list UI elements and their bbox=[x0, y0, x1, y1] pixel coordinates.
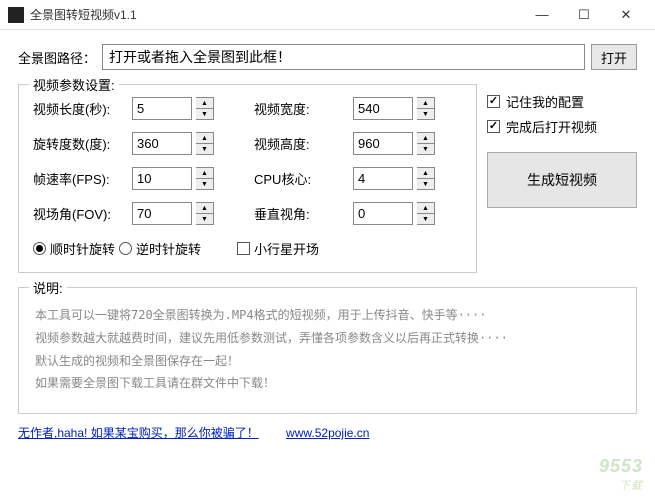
spin-down-icon[interactable]: ▼ bbox=[196, 109, 213, 119]
param-vertical-angle: 垂直视角: ▲▼ bbox=[254, 202, 435, 225]
spinner[interactable]: ▲▼ bbox=[417, 202, 435, 225]
path-row: 全景图路径： 打开 bbox=[18, 44, 637, 70]
fov-input[interactable] bbox=[132, 202, 192, 225]
watermark: 9553下载 bbox=[599, 456, 643, 493]
cpu-cores-input[interactable] bbox=[353, 167, 413, 190]
video-width-input[interactable] bbox=[353, 97, 413, 120]
spin-up-icon[interactable]: ▲ bbox=[196, 168, 213, 179]
rotation-ccw-radio[interactable]: 逆时针旋转 bbox=[119, 239, 201, 258]
spin-down-icon[interactable]: ▼ bbox=[417, 109, 434, 119]
spin-up-icon[interactable]: ▲ bbox=[417, 168, 434, 179]
checkbox-icon bbox=[487, 95, 500, 108]
params-right-col: 视频宽度: ▲▼ 视频高度: ▲▼ CPU核心: ▲▼ bbox=[254, 97, 435, 225]
spinner[interactable]: ▲▼ bbox=[417, 167, 435, 190]
rotation-deg-input[interactable] bbox=[132, 132, 192, 155]
rotation-cw-radio[interactable]: 顺时针旋转 bbox=[33, 239, 115, 258]
fps-input[interactable] bbox=[132, 167, 192, 190]
param-fps: 帧速率(FPS): ▲▼ bbox=[33, 167, 214, 190]
checkbox-icon bbox=[487, 120, 500, 133]
author-link[interactable]: 无作者,haha! 如果某宝购买，那么你被骗了！ bbox=[18, 426, 259, 440]
app-icon bbox=[8, 7, 24, 23]
video-params-group: 视频参数设置: 视频长度(秒): ▲▼ 旋转度数(度): ▲▼ 帧速率(FPS)… bbox=[18, 84, 477, 273]
spinner[interactable]: ▲▼ bbox=[196, 202, 214, 225]
spin-down-icon[interactable]: ▼ bbox=[417, 144, 434, 154]
spinner[interactable]: ▲▼ bbox=[196, 167, 214, 190]
generate-button[interactable]: 生成短视频 bbox=[487, 152, 637, 208]
desc-legend: 说明: bbox=[29, 278, 67, 297]
right-panel: 记住我的配置 完成后打开视频 生成短视频 bbox=[487, 84, 637, 273]
spinner[interactable]: ▲▼ bbox=[196, 97, 214, 120]
param-video-height: 视频高度: ▲▼ bbox=[254, 132, 435, 155]
video-height-input[interactable] bbox=[353, 132, 413, 155]
vertical-angle-input[interactable] bbox=[353, 202, 413, 225]
spinner[interactable]: ▲▼ bbox=[417, 97, 435, 120]
spin-up-icon[interactable]: ▲ bbox=[417, 133, 434, 144]
titlebar: 全景图转短视频v1.1 — ☐ ✕ bbox=[0, 0, 655, 30]
open-after-checkbox[interactable]: 完成后打开视频 bbox=[487, 117, 637, 136]
radio-icon bbox=[119, 242, 132, 255]
param-video-width: 视频宽度: ▲▼ bbox=[254, 97, 435, 120]
description-group: 说明: 本工具可以一键将720全景图转换为.MP4格式的短视频，用于上传抖音、快… bbox=[18, 287, 637, 414]
spinner[interactable]: ▲▼ bbox=[196, 132, 214, 155]
path-input[interactable] bbox=[102, 44, 585, 70]
open-button[interactable]: 打开 bbox=[591, 44, 637, 70]
site-link[interactable]: www.52pojie.cn bbox=[286, 426, 369, 440]
params-legend: 视频参数设置: bbox=[29, 75, 119, 94]
close-button[interactable]: ✕ bbox=[605, 1, 647, 29]
remember-config-checkbox[interactable]: 记住我的配置 bbox=[487, 92, 637, 111]
spin-down-icon[interactable]: ▼ bbox=[196, 214, 213, 224]
param-fov: 视场角(FOV): ▲▼ bbox=[33, 202, 214, 225]
window-buttons: — ☐ ✕ bbox=[521, 1, 647, 29]
spin-down-icon[interactable]: ▼ bbox=[196, 144, 213, 154]
description-text: 本工具可以一键将720全景图转换为.MP4格式的短视频，用于上传抖音、快手等··… bbox=[33, 300, 622, 399]
video-length-input[interactable] bbox=[132, 97, 192, 120]
spin-down-icon[interactable]: ▼ bbox=[417, 179, 434, 189]
params-left-col: 视频长度(秒): ▲▼ 旋转度数(度): ▲▼ 帧速率(FPS): ▲▼ bbox=[33, 97, 214, 225]
minimize-button[interactable]: — bbox=[521, 1, 563, 29]
spinner[interactable]: ▲▼ bbox=[417, 132, 435, 155]
spin-down-icon[interactable]: ▼ bbox=[417, 214, 434, 224]
param-rotation-deg: 旋转度数(度): ▲▼ bbox=[33, 132, 214, 155]
footer-links: 无作者,haha! 如果某宝购买，那么你被骗了！ www.52pojie.cn bbox=[18, 424, 637, 441]
spin-up-icon[interactable]: ▲ bbox=[196, 133, 213, 144]
radio-icon bbox=[33, 242, 46, 255]
path-label: 全景图路径： bbox=[18, 48, 96, 67]
spin-up-icon[interactable]: ▲ bbox=[417, 98, 434, 109]
spin-up-icon[interactable]: ▲ bbox=[417, 203, 434, 214]
window-title: 全景图转短视频v1.1 bbox=[30, 6, 521, 23]
maximize-button[interactable]: ☐ bbox=[563, 1, 605, 29]
checkbox-icon bbox=[237, 242, 250, 255]
param-cpu-cores: CPU核心: ▲▼ bbox=[254, 167, 435, 190]
spin-up-icon[interactable]: ▲ bbox=[196, 203, 213, 214]
planet-open-checkbox[interactable]: 小行星开场 bbox=[237, 239, 319, 258]
spin-up-icon[interactable]: ▲ bbox=[196, 98, 213, 109]
spin-down-icon[interactable]: ▼ bbox=[196, 179, 213, 189]
param-video-length: 视频长度(秒): ▲▼ bbox=[33, 97, 214, 120]
